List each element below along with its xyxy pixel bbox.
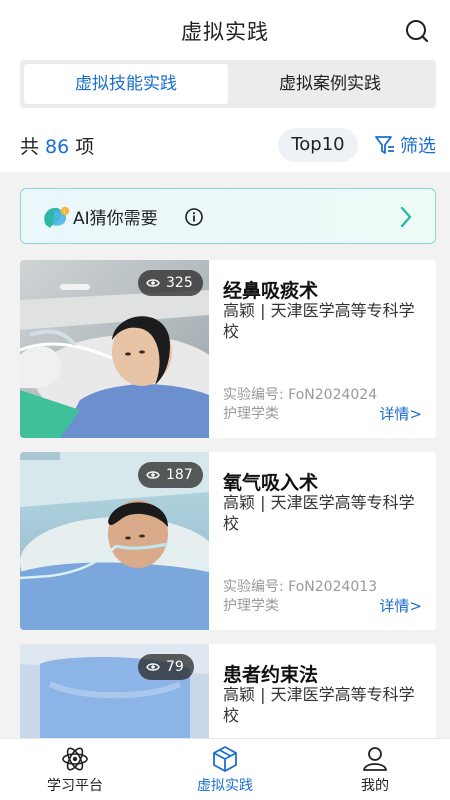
view-count: 187 xyxy=(166,467,193,483)
view-count-badge: 79 xyxy=(138,654,194,680)
nav-my-profile[interactable]: 我的 xyxy=(320,745,430,795)
svg-text:i: i xyxy=(63,208,65,216)
experiment-card[interactable]: 325 经鼻吸痰术 高颖 | 天津医学高等专科学校 实验编号: FoN20240… xyxy=(20,260,436,438)
nav-label: 学习平台 xyxy=(47,778,103,794)
user-icon xyxy=(363,747,387,771)
experiment-title: 氧气吸入术 xyxy=(223,472,319,494)
top10-button[interactable]: Top10 xyxy=(278,128,358,162)
count-prefix: 共 xyxy=(20,136,40,158)
ai-logo-icon: i xyxy=(44,206,70,228)
experiment-thumbnail: 187 xyxy=(20,452,209,630)
filter-icon xyxy=(375,136,394,154)
nav-label: 我的 xyxy=(361,778,389,794)
detail-link[interactable]: 详情> xyxy=(379,403,422,424)
experiment-code: 实验编号: FoN2024013 xyxy=(223,579,378,595)
eye-icon xyxy=(146,663,160,671)
search-button[interactable] xyxy=(404,18,430,44)
experiment-category: 护理学类 xyxy=(223,406,279,422)
nav-virtual-practice[interactable]: 虚拟实践 xyxy=(170,745,280,795)
view-count-badge: 187 xyxy=(138,462,203,488)
search-icon xyxy=(406,20,429,43)
detail-link[interactable]: 详情> xyxy=(379,595,422,616)
info-icon[interactable] xyxy=(184,207,204,227)
experiment-category: 护理学类 xyxy=(223,598,279,614)
eye-icon xyxy=(146,279,160,287)
experiment-card[interactable]: 187 氧气吸入术 高颖 | 天津医学高等专科学校 实验编号: FoN20240… xyxy=(20,452,436,630)
atom-icon xyxy=(62,747,88,771)
tab-skill-practice[interactable]: 虚拟技能实践 xyxy=(24,64,228,104)
experiment-title: 患者约束法 xyxy=(223,664,319,686)
page-title: 虚拟实践 xyxy=(181,20,269,44)
view-count-badge: 325 xyxy=(138,270,203,296)
filter-label: 筛选 xyxy=(400,136,436,157)
experiment-thumbnail: 325 xyxy=(20,260,209,438)
top-header: 虚拟实践 虚拟技能实践 虚拟案例实践 共 86 项 Top10 筛选 xyxy=(0,0,450,172)
chevron-right-icon xyxy=(400,206,412,228)
nav-learning-platform[interactable]: 学习平台 xyxy=(20,745,130,795)
experiment-school: 高颖 | 天津医学高等专科学校 xyxy=(223,493,415,533)
view-count: 325 xyxy=(166,275,193,291)
tab-case-practice[interactable]: 虚拟案例实践 xyxy=(228,64,432,104)
eye-icon xyxy=(146,471,160,479)
ai-suggestion-text: AI猜你需要 xyxy=(73,209,158,229)
result-summary: 共 86 项 Top10 筛选 xyxy=(20,128,436,162)
count-number: 86 xyxy=(45,136,70,158)
cube-icon xyxy=(213,746,237,772)
segment-tabs: 虚拟技能实践 虚拟案例实践 xyxy=(20,60,436,108)
result-count: 共 86 项 xyxy=(20,132,94,159)
count-suffix: 项 xyxy=(75,136,95,158)
experiment-code: 实验编号: FoN2024024 xyxy=(223,387,378,403)
bottom-navigation: 学习平台 虚拟实践 我的 xyxy=(0,738,450,800)
experiment-school: 高颖 | 天津医学高等专科学校 xyxy=(223,301,415,341)
experiment-school: 高颖 | 天津医学高等专科学校 xyxy=(223,685,415,725)
nav-label: 虚拟实践 xyxy=(197,778,253,794)
ai-suggestion-bar[interactable]: i AI猜你需要 xyxy=(20,188,436,244)
view-count: 79 xyxy=(166,659,184,675)
filter-button[interactable]: 筛选 xyxy=(374,130,436,160)
experiment-title: 经鼻吸痰术 xyxy=(223,280,319,302)
